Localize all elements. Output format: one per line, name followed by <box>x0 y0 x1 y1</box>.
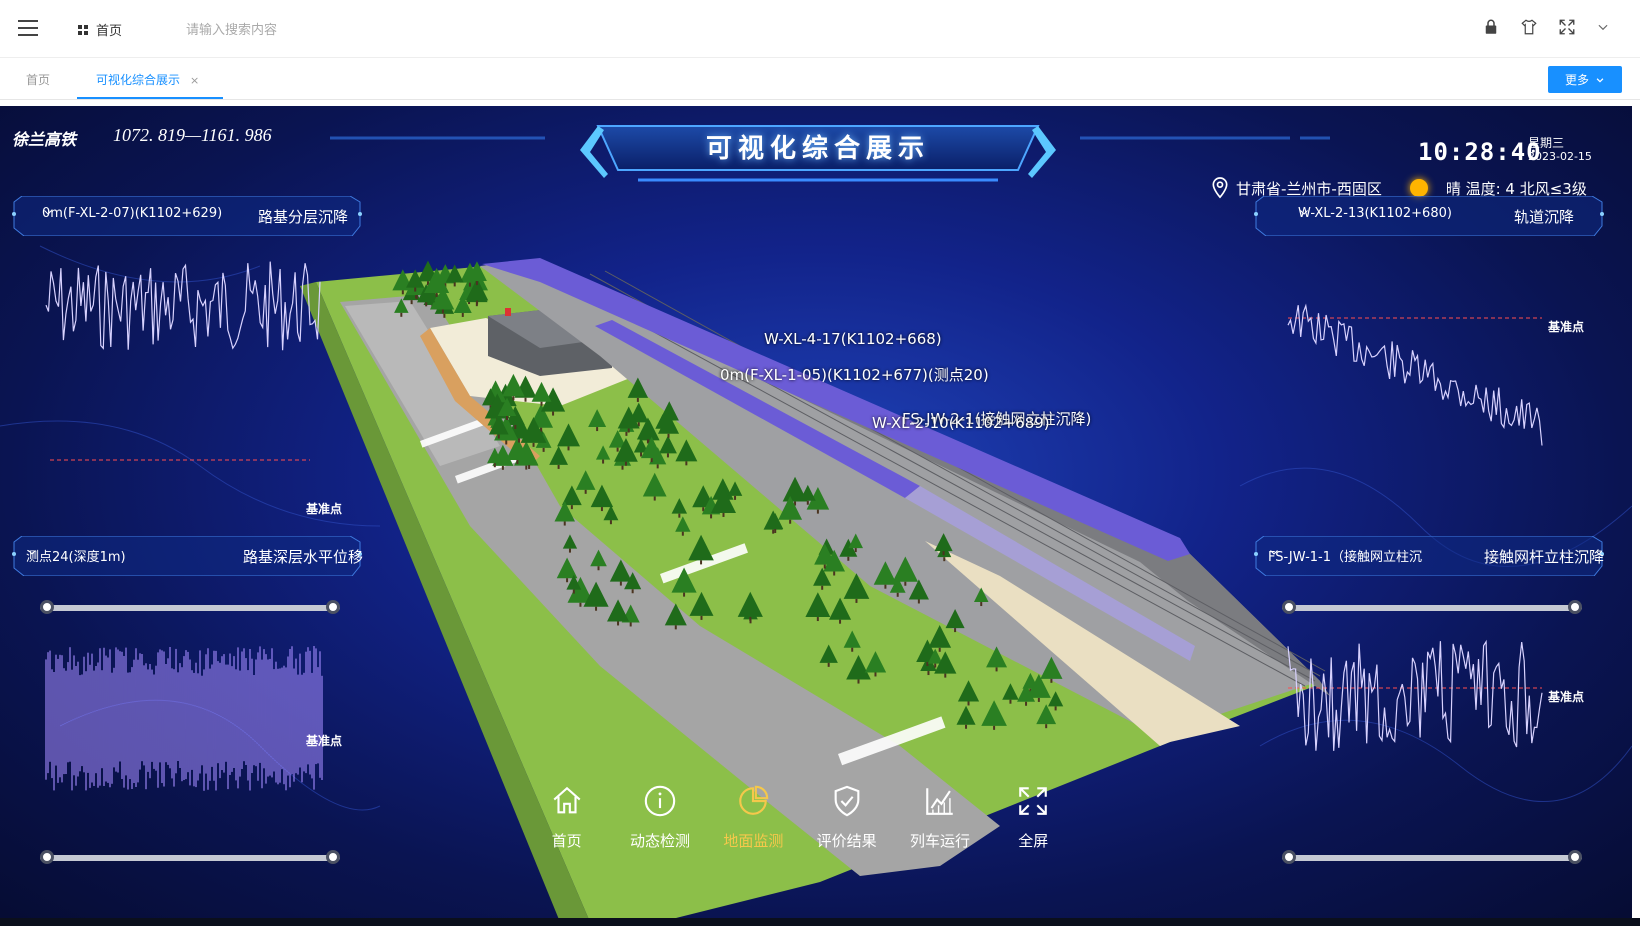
page-title: 可视化综合展示 <box>705 134 930 164</box>
scene-label-point[interactable]: 0m(F-XL-1-05)(K1102+677)(测点20) <box>720 364 989 385</box>
chevron-down-icon <box>44 210 52 215</box>
nav-label: 地面监测 <box>723 832 784 850</box>
breadcrumb[interactable]: 首页 <box>78 20 122 39</box>
tab-bar: 首页 可视化综合展示 × 更多 <box>0 59 1640 100</box>
mileage-range: 1072. 819—1161. 986 <box>113 125 272 145</box>
range-slider[interactable] <box>1282 850 1582 866</box>
tab-visualization[interactable]: 可视化综合展示 × <box>96 71 199 88</box>
top-bar: 首页 <box>0 0 1640 58</box>
sensor-select-value: 0m(F-XL-2-07)(K1102+629) <box>42 206 223 221</box>
panel-track-settlement: W-XL-2-13(K1102+680) 轨道沉降 基准点 <box>1252 196 1612 614</box>
home-icon <box>553 786 581 814</box>
chevron-down-icon <box>1300 210 1308 215</box>
nav-label: 全屏 <box>1018 832 1049 850</box>
tab-label: 可视化综合展示 <box>96 73 181 87</box>
series-line <box>1287 639 1543 751</box>
search-input[interactable] <box>186 19 486 41</box>
sensor-select-value: FS-JW-1-1（接触网立柱沉 <box>1268 550 1423 565</box>
clock: 10:28:40 <box>1418 138 1542 166</box>
nav-evaluation-results[interactable]: 评价结果 <box>800 766 893 906</box>
settlement-chart <box>45 261 321 461</box>
scene-label-point[interactable]: W-XL-4-17(K1102+668) <box>764 330 942 348</box>
line-chart-icon <box>926 788 953 815</box>
slider-track[interactable] <box>40 855 340 861</box>
panel-title: 接触网杆立柱沉降 <box>1484 548 1605 566</box>
sensor-select-value: 测点24(深度1m) <box>26 550 126 565</box>
chevron-down-icon[interactable] <box>1596 20 1610 34</box>
lock-icon[interactable] <box>1482 18 1500 36</box>
info-icon <box>644 785 676 817</box>
chevron-down-icon <box>1596 77 1604 83</box>
scrollbar-gutter <box>1632 106 1640 922</box>
panel-title: 轨道沉降 <box>1514 208 1575 226</box>
series-line <box>45 646 323 791</box>
sensor-select-value: W-XL-2-13(K1102+680) <box>1298 206 1452 221</box>
chevron-down-icon <box>1270 550 1278 555</box>
scene-label-point[interactable]: W-XL-2-10(K1102+689) <box>872 414 1050 432</box>
nav-label: 首页 <box>551 832 582 850</box>
sensor-select[interactable]: FS-JW-1-1（接触网立柱沉 <box>1268 546 1454 565</box>
sensor-select[interactable]: W-XL-2-13(K1102+680) <box>1298 206 1484 221</box>
line-name: 徐兰高铁 <box>12 130 77 149</box>
panel-header: 0m(F-XL-2-07)(K1102+629) 路基分层沉降 <box>10 196 370 236</box>
close-icon[interactable]: × <box>190 74 199 87</box>
range-slider[interactable] <box>40 850 340 866</box>
panel-deep-horizontal-displacement: 测点24(深度1m) 路基深层水平位移 基准点 <box>10 536 370 876</box>
slider-track[interactable] <box>1282 855 1582 861</box>
more-button-label: 更多 <box>1564 73 1589 87</box>
pie-chart-icon <box>739 785 769 815</box>
chevron-down-icon <box>28 550 36 555</box>
reference-label: 基准点 <box>1548 320 1585 334</box>
fullscreen-icon <box>1019 787 1048 815</box>
reference-label: 基准点 <box>306 734 343 748</box>
fullscreen-icon[interactable] <box>1558 18 1576 36</box>
slider-handle-start[interactable] <box>40 850 54 864</box>
menu-toggle-icon[interactable] <box>18 20 38 36</box>
bottom-strip <box>0 918 1640 926</box>
date: 2023-02-15 <box>1528 150 1592 163</box>
slider-handle-end[interactable] <box>1568 850 1582 864</box>
nav-dynamic-detection[interactable]: 动态检测 <box>613 766 706 906</box>
sensor-select[interactable]: 测点24(深度1m) <box>26 546 222 565</box>
sensor-select[interactable]: 0m(F-XL-2-07)(K1102+629) <box>42 206 222 221</box>
sun-icon <box>1409 179 1428 197</box>
panel-title: 路基深层水平位移 <box>243 548 364 566</box>
panel-header: 测点24(深度1m) 路基深层水平位移 <box>10 536 370 576</box>
tab-home[interactable]: 首页 <box>26 71 50 88</box>
track-settlement-chart <box>1287 303 1543 446</box>
dashboard-canvas: 徐兰高铁 1072. 819—1161. 986 可视化综合展示 10:28:4… <box>0 106 1632 922</box>
nav-label: 动态检测 <box>629 832 690 850</box>
series-line <box>45 261 321 351</box>
panel-subgrade-layered-settlement: 0m(F-XL-2-07)(K1102+629) 路基分层沉降 基准点 <box>10 196 370 614</box>
shirt-icon[interactable] <box>1520 18 1538 36</box>
more-button[interactable]: 更多 <box>1548 66 1622 93</box>
nav-label: 评价结果 <box>816 832 877 850</box>
nav-fullscreen[interactable]: 全屏 <box>987 766 1080 906</box>
weekday: 星期三 <box>1528 136 1565 150</box>
breadcrumb-home[interactable]: 首页 <box>96 20 122 39</box>
panel-header: FS-JW-1-1（接触网立柱沉 接触网杆立柱沉降 <box>1252 536 1612 576</box>
reference-label: 基准点 <box>306 502 343 516</box>
bottom-nav: 首页 动态检测 地面监测 评价结果 列车运行 全屏 <box>520 766 1080 906</box>
displacement-chart <box>45 646 323 791</box>
series-line <box>1287 303 1543 446</box>
grid-icon <box>78 24 88 35</box>
nav-label: 列车运行 <box>909 832 970 850</box>
active-tab-indicator <box>77 97 223 99</box>
panel-catenary-pole-settlement: FS-JW-1-1（接触网立柱沉 接触网杆立柱沉降 基准点 <box>1252 536 1612 876</box>
nav-train-operation[interactable]: 列车运行 <box>893 766 986 906</box>
slider-handle-start[interactable] <box>1282 850 1296 864</box>
panel-header: W-XL-2-13(K1102+680) 轨道沉降 <box>1252 196 1612 236</box>
slider-handle-end[interactable] <box>326 850 340 864</box>
shield-check-icon <box>834 785 860 817</box>
nav-home[interactable]: 首页 <box>520 766 613 906</box>
nav-ground-monitoring[interactable]: 地面监测 <box>707 766 800 906</box>
panel-title: 路基分层沉降 <box>258 208 349 226</box>
station-flag <box>505 308 511 316</box>
location-pin-icon <box>1212 177 1228 199</box>
reference-label: 基准点 <box>1548 690 1585 704</box>
